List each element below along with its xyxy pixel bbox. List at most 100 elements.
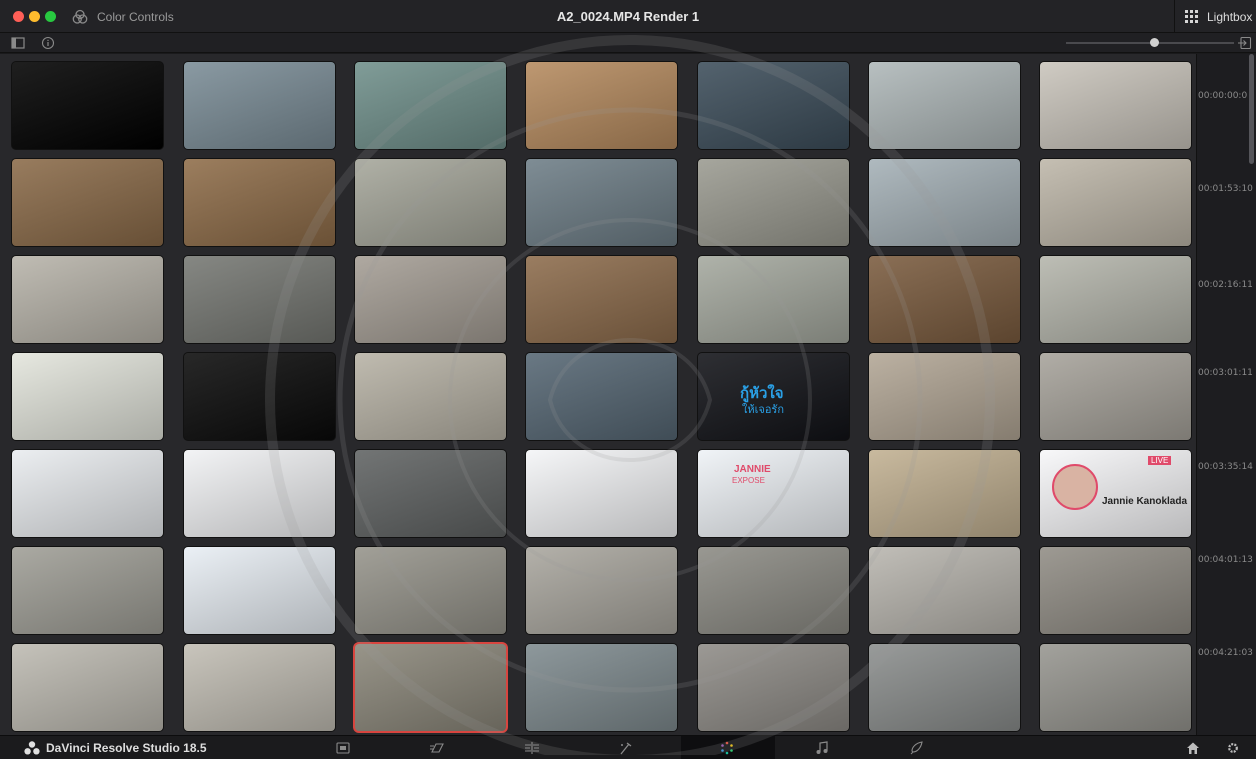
clip-thumbnail[interactable] xyxy=(1040,644,1191,731)
clip-thumbnail[interactable] xyxy=(12,450,163,537)
clip-thumbnail[interactable] xyxy=(1040,256,1191,343)
lightbox-button[interactable]: Lightbox xyxy=(1174,0,1256,33)
clip-thumbnail[interactable]: JANNIE EXPOSE xyxy=(698,450,849,537)
thumbnail-image xyxy=(355,644,506,731)
thumbnail-image xyxy=(355,159,506,246)
clip-thumbnail[interactable] xyxy=(184,644,335,731)
fusion-page-button[interactable] xyxy=(580,736,674,759)
zoom-slider-handle[interactable] xyxy=(1150,38,1159,47)
thumbnail-image xyxy=(355,547,506,634)
clip-thumbnail[interactable] xyxy=(1040,62,1191,149)
clip-thumbnail[interactable] xyxy=(12,62,163,149)
thumbnail-image xyxy=(869,353,1020,440)
timecode-row-6: 00:04:01:13 xyxy=(1198,555,1253,565)
media-page-button[interactable] xyxy=(297,736,391,759)
clip-thumbnail[interactable] xyxy=(12,547,163,634)
clip-thumbnail[interactable] xyxy=(355,644,506,731)
color-wheel-icon xyxy=(721,741,733,755)
app-name: DaVinci Resolve Studio 18.5 xyxy=(46,741,207,755)
fairlight-page-button[interactable] xyxy=(776,736,870,759)
clip-thumbnail[interactable] xyxy=(869,450,1020,537)
clip-thumbnail[interactable]: กู้หัวใจ ให้เจอรัก xyxy=(698,353,849,440)
grid-icon xyxy=(1185,10,1198,23)
clip-thumbnail[interactable] xyxy=(355,256,506,343)
clip-thumbnail[interactable] xyxy=(184,353,335,440)
clip-thumbnail[interactable] xyxy=(869,159,1020,246)
clip-thumbnail[interactable] xyxy=(12,644,163,731)
clip-thumbnail[interactable] xyxy=(526,450,677,537)
thumbnail-image xyxy=(12,644,163,731)
clip-thumbnail[interactable] xyxy=(355,62,506,149)
clip-thumbnail[interactable] xyxy=(355,353,506,440)
clip-thumbnail[interactable] xyxy=(526,159,677,246)
clip-thumbnail[interactable] xyxy=(12,159,163,246)
edit-page-button[interactable] xyxy=(486,736,580,759)
deliver-page-button[interactable] xyxy=(870,736,964,759)
lightbox-grid: กู้หัวใจ ให้เจอรัก JANNIE EXPOSE Jannie Kano… xyxy=(0,54,1196,735)
clip-thumbnail[interactable] xyxy=(184,547,335,634)
thumbnail-image xyxy=(698,159,849,246)
minimize-window-button[interactable] xyxy=(29,11,40,22)
clip-thumbnail[interactable] xyxy=(869,547,1020,634)
zoom-window-button[interactable] xyxy=(45,11,56,22)
clip-thumbnail[interactable] xyxy=(526,62,677,149)
sidebar-toggle-icon[interactable] xyxy=(11,36,25,50)
profile-name: Jannie Kanoklada xyxy=(1102,496,1188,507)
thumbnail-image xyxy=(184,547,335,634)
clip-thumbnail[interactable] xyxy=(184,159,335,246)
color-page-button[interactable] xyxy=(681,736,775,759)
clip-thumbnail[interactable] xyxy=(869,62,1020,149)
clip-thumbnail[interactable] xyxy=(526,644,677,731)
clip-thumbnail[interactable] xyxy=(184,62,335,149)
clip-thumbnail[interactable] xyxy=(526,353,677,440)
clip-thumbnail[interactable] xyxy=(869,644,1020,731)
clip-thumbnail[interactable] xyxy=(526,256,677,343)
thumbnail-image xyxy=(1040,547,1191,634)
thumbnail-image xyxy=(869,644,1020,731)
edit-icon xyxy=(525,742,539,754)
thumbnail-image xyxy=(355,62,506,149)
banner-text-1: JANNIE xyxy=(734,464,771,475)
gear-icon[interactable] xyxy=(1226,741,1240,755)
clip-thumbnail[interactable]: Jannie Kanoklada LIVE xyxy=(1040,450,1191,537)
vertical-scrollbar[interactable] xyxy=(1249,54,1254,164)
clip-thumbnail[interactable] xyxy=(698,256,849,343)
thumbnail-image xyxy=(184,644,335,731)
clip-thumbnail[interactable] xyxy=(698,547,849,634)
clip-thumbnail[interactable] xyxy=(355,159,506,246)
cut-page-button[interactable] xyxy=(391,736,485,759)
thumbnail-image xyxy=(526,547,677,634)
timecode-row-7: 00:04:21:03 xyxy=(1198,648,1253,658)
clip-thumbnail[interactable] xyxy=(355,450,506,537)
thumbnail-image xyxy=(698,256,849,343)
thumbnail-image xyxy=(869,450,1020,537)
lightbox-toolbar xyxy=(0,33,1256,53)
clip-thumbnail[interactable] xyxy=(12,353,163,440)
thumbnail-image xyxy=(184,159,335,246)
thumbnail-image xyxy=(12,159,163,246)
clip-thumbnail[interactable] xyxy=(1040,159,1191,246)
clip-thumbnail[interactable] xyxy=(1040,353,1191,440)
thumbnail-image xyxy=(698,547,849,634)
color-controls-label[interactable]: Color Controls xyxy=(97,10,174,24)
color-controls-icon[interactable] xyxy=(72,9,88,25)
clip-thumbnail[interactable] xyxy=(869,353,1020,440)
thumbnail-image xyxy=(1040,62,1191,149)
clip-thumbnail[interactable] xyxy=(12,256,163,343)
exit-lightbox-icon[interactable] xyxy=(1237,36,1252,50)
clip-thumbnail[interactable] xyxy=(1040,547,1191,634)
clip-thumbnail[interactable] xyxy=(184,450,335,537)
thumbnail-image xyxy=(1040,159,1191,246)
clip-thumbnail[interactable] xyxy=(526,547,677,634)
home-icon[interactable] xyxy=(1186,741,1200,755)
clip-thumbnail[interactable] xyxy=(698,62,849,149)
clip-thumbnail[interactable] xyxy=(869,256,1020,343)
thumbnail-image xyxy=(526,62,677,149)
clip-thumbnail[interactable] xyxy=(698,644,849,731)
info-icon[interactable] xyxy=(41,36,55,50)
close-window-button[interactable] xyxy=(13,11,24,22)
clip-thumbnail[interactable] xyxy=(184,256,335,343)
profile-avatar xyxy=(1052,464,1098,510)
clip-thumbnail[interactable] xyxy=(355,547,506,634)
clip-thumbnail[interactable] xyxy=(698,159,849,246)
